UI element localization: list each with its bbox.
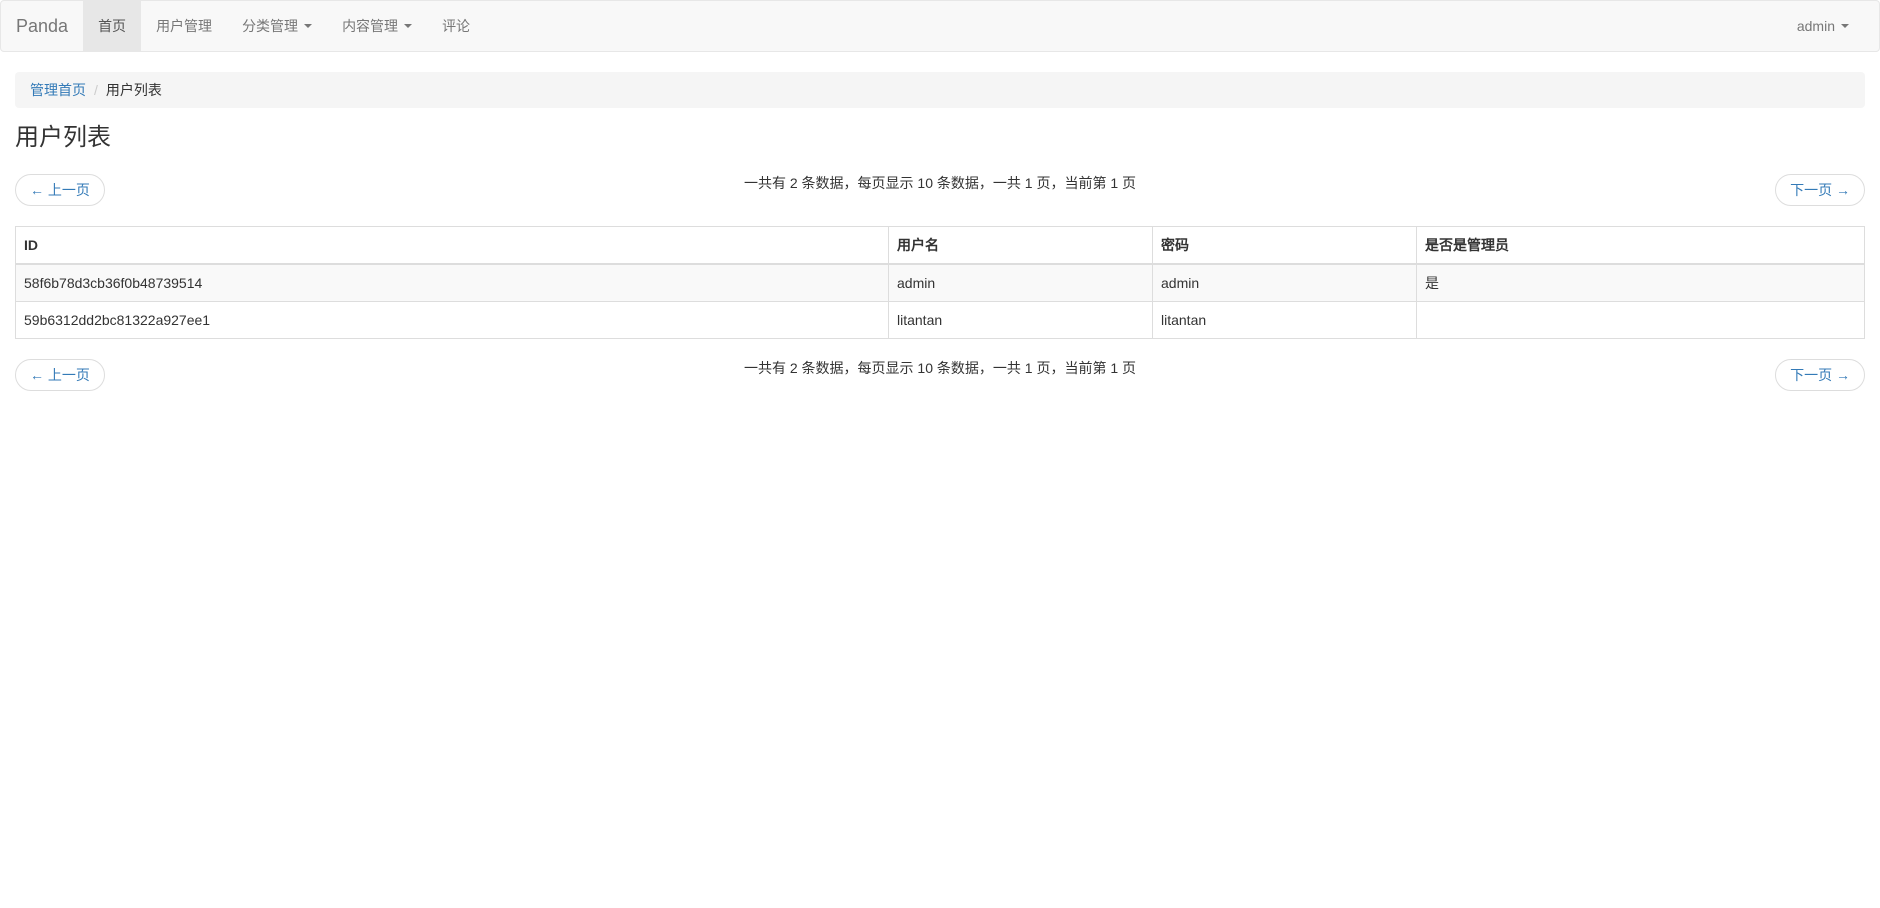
next-page-button[interactable]: 下一页 → xyxy=(1775,359,1865,391)
nav-item-comments[interactable]: 评论 xyxy=(427,1,485,51)
cell-username: litantan xyxy=(888,301,1153,339)
user-table-container: ID 用户名 密码 是否是管理员 58f6b78d3cb36f0b4873951… xyxy=(15,226,1865,339)
nav-item-user-management[interactable]: 用户管理 xyxy=(141,1,227,51)
caret-down-icon xyxy=(304,24,313,28)
column-header-id: ID xyxy=(15,226,889,265)
user-table: ID 用户名 密码 是否是管理员 58f6b78d3cb36f0b4873951… xyxy=(15,226,1865,339)
caret-down-icon xyxy=(1841,24,1849,28)
user-menu[interactable]: admin xyxy=(1782,1,1864,51)
top-navbar: Panda 首页 用户管理 分类管理 内容管理 评论 admin xyxy=(0,0,1880,52)
user-name: admin xyxy=(1796,18,1835,34)
brand-logo[interactable]: Panda xyxy=(1,1,83,51)
nav-item-content-management[interactable]: 内容管理 xyxy=(327,1,427,51)
breadcrumb-current: 用户列表 xyxy=(105,82,162,98)
next-page-button[interactable]: 下一页 → xyxy=(1775,174,1865,206)
breadcrumb-separator: / xyxy=(94,82,98,98)
cell-is-admin xyxy=(1416,301,1865,339)
nav-item-label: 用户管理 xyxy=(156,18,213,34)
pager-bottom: ← 上一页 一共有 2 条数据，每页显示 10 条数据，一共 1 页，当前第 1… xyxy=(15,359,1865,391)
nav-item-label: 首页 xyxy=(98,18,127,34)
pager-top: ← 上一页 一共有 2 条数据，每页显示 10 条数据，一共 1 页，当前第 1… xyxy=(15,174,1865,206)
pager-info: 一共有 2 条数据，每页显示 10 条数据，一共 1 页，当前第 1 页 xyxy=(743,175,1137,191)
cell-password: admin xyxy=(1152,263,1417,302)
column-header-is-admin: 是否是管理员 xyxy=(1416,226,1865,265)
caret-down-icon xyxy=(404,24,413,28)
cell-id: 58f6b78d3cb36f0b48739514 xyxy=(15,263,889,302)
cell-is-admin: 是 xyxy=(1416,263,1865,302)
table-row: 59b6312dd2bc81322a927ee1 litantan litant… xyxy=(15,301,1865,339)
breadcrumb-home-link[interactable]: 管理首页 xyxy=(30,80,86,100)
nav-right: admin xyxy=(1782,1,1879,51)
page-title: 用户列表 xyxy=(15,124,111,151)
nav-item-label: 分类管理 xyxy=(242,18,299,34)
nav-item-label: 评论 xyxy=(442,18,471,34)
nav-item-home[interactable]: 首页 xyxy=(83,1,142,51)
breadcrumb: 管理首页 / 用户列表 xyxy=(15,72,1865,108)
table-header-row: ID 用户名 密码 是否是管理员 xyxy=(15,226,1865,265)
main-nav: 首页 用户管理 分类管理 内容管理 评论 xyxy=(83,1,485,51)
table-row: 58f6b78d3cb36f0b48739514 admin admin 是 xyxy=(15,263,1865,302)
column-header-password: 密码 xyxy=(1152,226,1417,265)
cell-password: litantan xyxy=(1152,301,1417,339)
nav-item-category-management[interactable]: 分类管理 xyxy=(227,1,327,51)
pager-info: 一共有 2 条数据，每页显示 10 条数据，一共 1 页，当前第 1 页 xyxy=(743,360,1137,376)
cell-username: admin xyxy=(888,263,1153,302)
cell-id: 59b6312dd2bc81322a927ee1 xyxy=(15,301,889,339)
nav-item-label: 内容管理 xyxy=(342,18,399,34)
column-header-username: 用户名 xyxy=(888,226,1153,265)
